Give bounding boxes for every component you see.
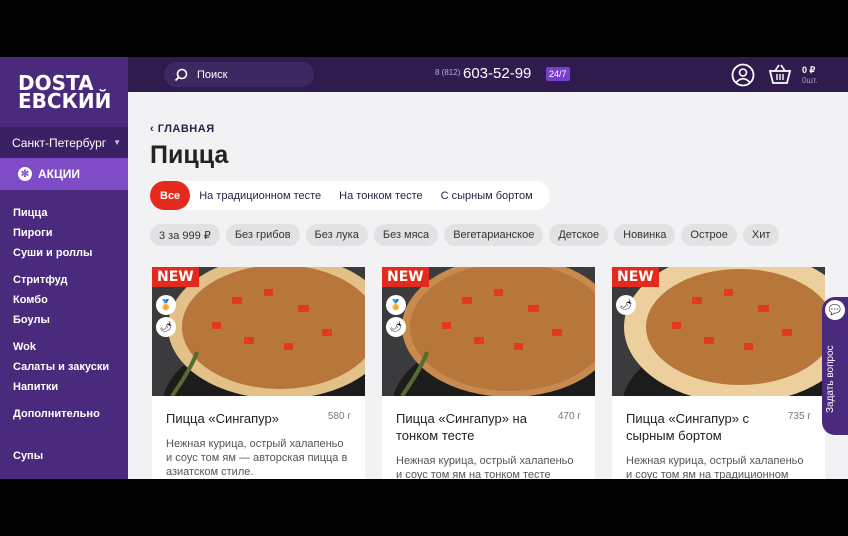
- sidebar-item-sushi[interactable]: Суши и роллы: [13, 243, 128, 263]
- search-input[interactable]: Поиск: [164, 62, 314, 87]
- product-name[interactable]: Пицца «Сингапур» на тонком тесте: [396, 410, 546, 444]
- cart-count: 0шт.: [802, 76, 818, 85]
- cart-icon[interactable]: [768, 63, 792, 85]
- product-name[interactable]: Пицца «Сингапур»: [166, 410, 316, 427]
- filter-chip[interactable]: Острое: [681, 224, 737, 246]
- product-desc: Нежная курица, острый халапеньо и соус т…: [396, 455, 574, 479]
- filter-chip[interactable]: Хит: [742, 224, 780, 246]
- app-frame: DOSTA ЕВСКИЙ Санкт-Петербург ▼ ✻ АКЦИИ П…: [0, 57, 848, 479]
- sidebar-item-wok[interactable]: Wok: [13, 337, 128, 357]
- product-name[interactable]: Пицца «Сингапур» с сырным бортом: [626, 410, 776, 444]
- filter-chip[interactable]: Новинка: [614, 224, 676, 246]
- sidebar-item-streetfood[interactable]: Стритфуд: [13, 270, 128, 290]
- product-desc: Нежная курица, острый халапеньо и соус т…: [626, 455, 804, 479]
- product-weight: 735 г: [787, 411, 811, 422]
- breadcrumb-back[interactable]: ‹ ГЛАВНАЯ: [150, 123, 215, 135]
- product-image[interactable]: NEW 🏅 🌶: [382, 267, 595, 396]
- new-badge: NEW: [382, 267, 429, 287]
- top-bar: Поиск 8 (812) 603-52-99 24/7 0 ₽ 0шт.: [128, 57, 848, 92]
- promo-link[interactable]: ✻ АКЦИИ: [0, 158, 128, 190]
- promo-icon: ✻: [18, 167, 32, 181]
- filter-chips: 3 за 999 ₽ Без грибов Без лука Без мяса …: [150, 224, 780, 246]
- product-image[interactable]: NEW 🏅 🌶: [152, 267, 365, 396]
- sidebar-item-pies[interactable]: Пироги: [13, 223, 128, 243]
- chili-icon: 🌶: [386, 317, 406, 337]
- new-badge: NEW: [612, 267, 659, 287]
- filter-chip[interactable]: 3 за 999 ₽: [150, 224, 220, 246]
- chili-icon: 🌶: [616, 295, 636, 315]
- product-desc: Нежная курица, острый халапеньо и соус т…: [166, 438, 348, 478]
- product-card[interactable]: NEW 🏅 🌶 Пицца «Сингапур» на тонком тесте…: [382, 267, 595, 479]
- city-selector[interactable]: Санкт-Петербург ▼: [0, 127, 128, 158]
- tab-all[interactable]: Все: [150, 181, 191, 210]
- new-badge: NEW: [152, 267, 199, 287]
- page-title: Пицца: [150, 141, 229, 169]
- tabs: Все На традиционном тесте На тонком тест…: [150, 181, 550, 210]
- sidebar-item-salads[interactable]: Салаты и закуски: [13, 357, 128, 377]
- product-card[interactable]: NEW 🌶 Пицца «Сингапур» с сырным бортом 7…: [612, 267, 825, 479]
- promo-label: АКЦИИ: [38, 167, 81, 181]
- product-weight: 470 г: [557, 411, 581, 422]
- award-icon: 🏅: [386, 295, 406, 315]
- cart-sum[interactable]: 0 ₽: [802, 65, 815, 76]
- sidebar-item-bowls[interactable]: Боулы: [13, 310, 128, 330]
- filter-chip[interactable]: Без грибов: [225, 224, 300, 246]
- logo[interactable]: DOSTA ЕВСКИЙ: [0, 57, 128, 127]
- filter-chip[interactable]: Без мяса: [373, 224, 439, 246]
- city-label: Санкт-Петербург: [12, 135, 107, 150]
- sidebar-item-pizza[interactable]: Пицца: [13, 203, 128, 223]
- tab-cheese-crust[interactable]: С сырным бортом: [432, 181, 542, 210]
- product-card[interactable]: NEW 🏅 🌶 Пицца «Сингапур» 580 г Нежная ку…: [152, 267, 365, 479]
- category-menu: Пицца Пироги Суши и роллы Стритфуд Комбо Боу…: [0, 190, 128, 466]
- sidebar-item-extra[interactable]: Дополнительно: [13, 404, 128, 424]
- filter-chip[interactable]: Детское: [549, 224, 609, 246]
- product-image[interactable]: NEW 🌶: [612, 267, 825, 396]
- user-icon[interactable]: [731, 63, 755, 87]
- phone-number[interactable]: 603-52-99: [463, 65, 531, 82]
- filter-chip[interactable]: Вегетарианское: [444, 224, 544, 246]
- tab-traditional[interactable]: На традиционном тесте: [190, 181, 330, 210]
- ask-question-button[interactable]: 💬 Задать вопрос: [822, 297, 848, 435]
- phone-prefix: 8 (812): [435, 68, 461, 77]
- sidebar: DOSTA ЕВСКИЙ Санкт-Петербург ▼ ✻ АКЦИИ П…: [0, 57, 128, 479]
- filter-chip[interactable]: Без лука: [305, 224, 368, 246]
- award-icon: 🏅: [156, 295, 176, 315]
- search-placeholder: Поиск: [197, 68, 228, 81]
- product-grid: NEW 🏅 🌶 Пицца «Сингапур» 580 г Нежная ку…: [152, 267, 825, 479]
- sidebar-item-soups[interactable]: Супы: [13, 446, 128, 466]
- product-weight: 580 г: [327, 411, 351, 422]
- sidebar-item-combo[interactable]: Комбо: [13, 290, 128, 310]
- search-icon: [174, 68, 188, 81]
- chili-icon: 🌶: [156, 317, 176, 337]
- tab-thin[interactable]: На тонком тесте: [330, 181, 431, 210]
- chat-icon: 💬: [825, 300, 845, 320]
- chevron-left-icon: ‹: [150, 123, 158, 135]
- ask-question-label: Задать вопрос: [825, 345, 836, 413]
- chevron-down-icon: ▼: [113, 138, 122, 147]
- sidebar-item-drinks[interactable]: Напитки: [13, 377, 128, 397]
- hours-badge: 24/7: [546, 67, 570, 81]
